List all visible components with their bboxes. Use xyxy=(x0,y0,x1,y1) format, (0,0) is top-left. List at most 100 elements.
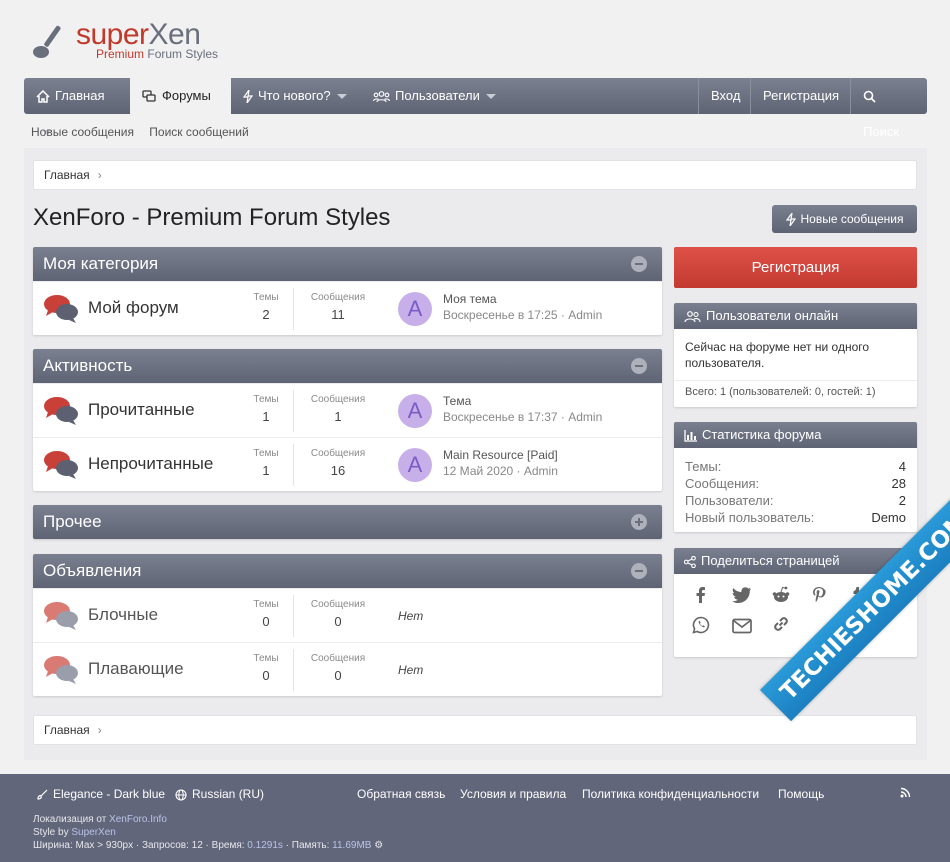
nav-tab-forums[interactable]: Форумы xyxy=(130,78,231,114)
footer-link-privacy[interactable]: Политика конфиденциальности xyxy=(582,787,759,801)
threads-stat: Темы 0 xyxy=(236,599,296,629)
new-posts-button[interactable]: Новые сообщения xyxy=(772,205,917,233)
last-post: Main Resource [Paid] 12 Май 2020 · Admin xyxy=(443,447,558,479)
stat-value: 1 xyxy=(334,409,342,424)
language-label: Russian (RU) xyxy=(192,787,265,801)
forum-title[interactable]: Блочные xyxy=(88,605,158,625)
twitter-icon[interactable] xyxy=(731,586,768,614)
threads-stat: Темы 2 xyxy=(236,292,296,322)
bolt-icon xyxy=(785,213,796,227)
widget-title: Поделиться страницей xyxy=(701,553,840,568)
language-chooser[interactable]: Russian (RU) xyxy=(175,787,264,801)
last-post-meta: 12 Май 2020 · Admin xyxy=(443,464,558,478)
facebook-icon[interactable] xyxy=(692,586,728,614)
reddit-icon[interactable] xyxy=(771,586,807,614)
nav-tab-whats-new[interactable]: Что нового? xyxy=(231,78,361,114)
last-post-title[interactable]: Моя тема xyxy=(443,291,602,307)
style-chooser[interactable]: Elegance - Dark blue xyxy=(37,787,165,801)
forum-stats-widget: Статистика форума Темы: 4 Сообщения: 28 По… xyxy=(674,422,917,532)
forum-row[interactable]: Плавающие Темы 0 Сообщения 0 Нет xyxy=(33,642,662,696)
collapse-toggle-icon[interactable] xyxy=(631,256,647,272)
forum-row[interactable]: Мой форум Темы 2 Сообщения 11 A Моя тема Во… xyxy=(33,281,662,335)
posts-stat: Сообщения 16 xyxy=(308,448,368,478)
column-divider xyxy=(293,288,294,330)
breadcrumb: Главная › xyxy=(33,160,917,190)
link-icon[interactable] xyxy=(771,614,807,642)
brush-logo-icon xyxy=(33,25,61,58)
site-footer: Elegance - Dark blue Russian (RU) Обратн… xyxy=(0,774,950,862)
whatsapp-icon[interactable] xyxy=(692,616,728,644)
category-block: Активность Прочитанные Темы 1 Сообщения 1 … xyxy=(33,349,662,491)
online-users-widget: Пользователи онлайн Сейчас на форуме нет… xyxy=(674,303,917,407)
email-icon[interactable] xyxy=(731,618,768,646)
nav-login-label: Вход xyxy=(711,88,741,103)
category-header[interactable]: Активность xyxy=(33,349,662,383)
nav-login[interactable]: Вход xyxy=(699,78,749,114)
avatar[interactable]: A xyxy=(398,394,432,428)
nav-search[interactable]: Поиск xyxy=(851,78,927,139)
avatar[interactable]: A xyxy=(398,448,432,482)
subnav-search-posts[interactable]: Поиск сообщений xyxy=(149,125,248,139)
rss-icon[interactable] xyxy=(900,787,911,801)
site-logo[interactable]: superXen Premium Forum Styles xyxy=(30,18,230,62)
breadcrumb-home[interactable]: Главная xyxy=(44,168,90,182)
last-post: Моя тема Воскресенье в 17:25 · Admin xyxy=(443,291,602,323)
register-button[interactable]: Регистрация xyxy=(674,247,917,288)
nav-tab-members[interactable]: Пользователи xyxy=(361,78,511,114)
widget-title: Статистика форума xyxy=(702,427,822,442)
forum-title[interactable]: Мой форум xyxy=(88,298,179,318)
category-header[interactable]: Объявления xyxy=(33,554,662,588)
stat-label: Темы xyxy=(253,292,279,303)
gear-icon[interactable]: ⚙ xyxy=(374,840,383,851)
forum-title[interactable]: Непрочитанные xyxy=(88,454,213,474)
stat-value: 16 xyxy=(330,463,346,478)
collapse-toggle-icon[interactable] xyxy=(631,563,647,579)
expand-toggle-icon[interactable] xyxy=(631,514,647,530)
category-title: Моя категория xyxy=(43,254,159,273)
credit-link[interactable]: XenForo.Info xyxy=(109,814,167,825)
credit-text: Style by xyxy=(33,827,72,838)
new-posts-button-label: Новые сообщения xyxy=(800,212,904,226)
stat-value: 0 xyxy=(262,668,270,683)
stat-key: Темы: xyxy=(685,459,722,474)
widget-header: Статистика форума xyxy=(674,422,917,448)
category-header[interactable]: Прочее xyxy=(33,505,662,539)
stat-label: Сообщения xyxy=(310,394,366,405)
forum-row[interactable]: Непрочитанные Темы 1 Сообщения 16 A Main R… xyxy=(33,437,662,491)
collapse-toggle-icon[interactable] xyxy=(631,358,647,374)
footer-link-help[interactable]: Помощь xyxy=(778,787,824,801)
forum-title[interactable]: Плавающие xyxy=(88,659,184,679)
forum-read-icon xyxy=(44,656,78,684)
debug-text: Ширина: Max > 930px · Запросов: 12 · Вре… xyxy=(33,840,248,851)
subnav-new-posts[interactable]: Новые сообщения xyxy=(31,125,134,139)
site-header: superXen Premium Forum Styles xyxy=(0,0,950,78)
nav-tab-home[interactable]: Главная xyxy=(24,78,130,136)
threads-stat: Темы 1 xyxy=(236,394,296,424)
forum-row[interactable]: Блочные Темы 0 Сообщения 0 Нет xyxy=(33,588,662,642)
nav-register[interactable]: Регистрация xyxy=(751,78,850,114)
footer-link-terms[interactable]: Условия и правила xyxy=(460,787,566,801)
stat-value[interactable]: Demo xyxy=(871,509,906,526)
category-title: Прочее xyxy=(43,512,102,531)
stat-value: 0 xyxy=(262,614,270,629)
credit-text: Локализация от xyxy=(33,814,110,825)
category-title: Активность xyxy=(43,356,133,375)
credit-link[interactable]: SuperXen xyxy=(71,827,115,838)
category-block: Объявления Блочные Темы 0 Сообщения 0 Нет … xyxy=(33,554,662,696)
avatar[interactable]: A xyxy=(398,292,432,326)
last-post-meta: Воскресенье в 17:25 · Admin xyxy=(443,308,603,322)
chevron-down-icon[interactable] xyxy=(336,94,347,100)
bolt-icon xyxy=(243,90,253,104)
globe-icon xyxy=(175,789,187,801)
chevron-down-icon[interactable] xyxy=(485,94,496,100)
last-post-title[interactable]: Main Resource [Paid] xyxy=(443,447,558,463)
category-header[interactable]: Моя категория xyxy=(33,247,662,281)
footer-link-contact[interactable]: Обратная связь xyxy=(357,787,445,801)
stat-row: Сообщения: 28 xyxy=(685,475,906,492)
forum-title[interactable]: Прочитанные xyxy=(88,400,195,420)
breadcrumb-home[interactable]: Главная xyxy=(44,723,90,737)
last-post-title[interactable]: Тема xyxy=(443,393,602,409)
comments-icon xyxy=(142,90,156,102)
forum-row[interactable]: Прочитанные Темы 1 Сообщения 1 A Тема Воскр… xyxy=(33,383,662,437)
posts-stat: Сообщения 1 xyxy=(308,394,368,424)
